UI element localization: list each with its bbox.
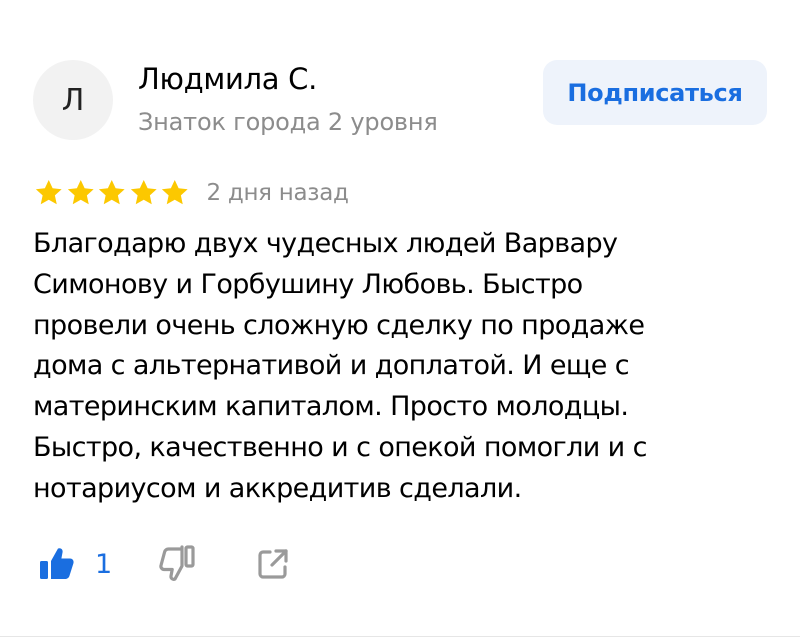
avatar-letter: Л bbox=[61, 82, 85, 118]
review-date: 2 дня назад bbox=[206, 180, 349, 206]
like-count: 1 bbox=[95, 548, 113, 580]
share-icon bbox=[258, 549, 288, 579]
subscribe-button[interactable]: Подписаться bbox=[543, 60, 767, 125]
author-name[interactable]: Людмила С. bbox=[138, 62, 317, 96]
rating-row: 2 дня назад bbox=[33, 176, 349, 210]
author-level: Знаток города 2 уровня bbox=[138, 108, 438, 136]
star-icon bbox=[130, 180, 157, 205]
star-icon bbox=[35, 180, 62, 205]
star-icon bbox=[161, 180, 188, 205]
star-icon bbox=[98, 180, 125, 205]
thumbs-up-icon bbox=[40, 548, 74, 579]
review-card: Л Людмила С. Знаток города 2 уровня Подп… bbox=[0, 0, 800, 637]
share-button[interactable] bbox=[256, 547, 290, 581]
divider bbox=[0, 636, 800, 637]
like-button[interactable]: 1 bbox=[37, 544, 112, 584]
star-icon bbox=[67, 180, 94, 205]
star-rating bbox=[33, 178, 191, 208]
dislike-button[interactable] bbox=[156, 543, 198, 585]
review-actions: 1 bbox=[37, 540, 290, 588]
avatar[interactable]: Л bbox=[33, 60, 113, 140]
review-text: Благодарю двух чудесных людей Варвару Си… bbox=[33, 228, 647, 504]
thumbs-down-icon bbox=[159, 545, 195, 581]
